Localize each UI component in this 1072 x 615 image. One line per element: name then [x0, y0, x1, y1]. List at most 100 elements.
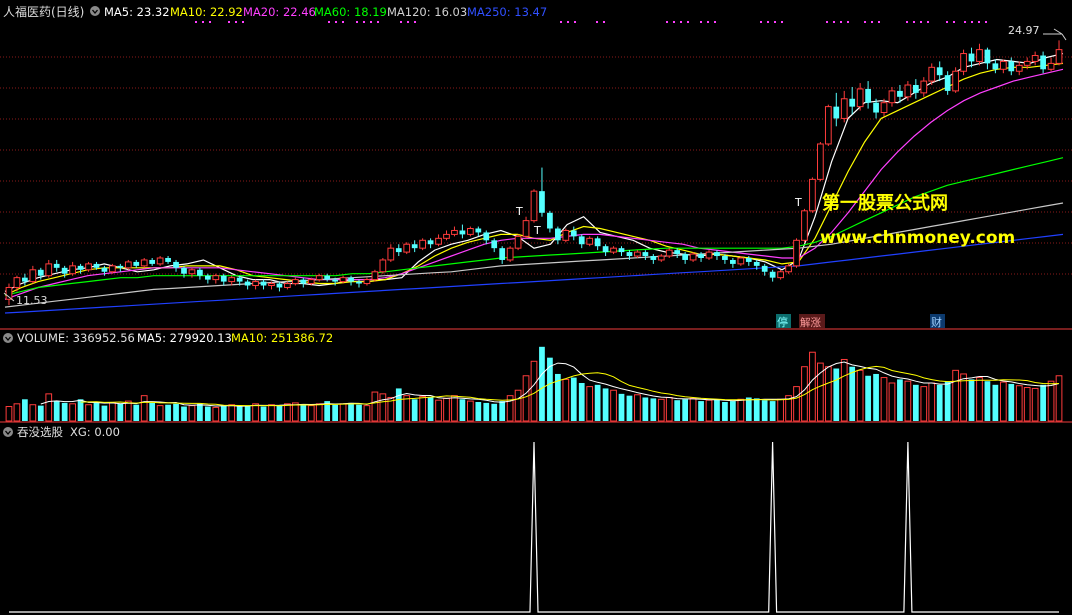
candle-body-up: [307, 279, 315, 285]
volume-bar-down: [53, 401, 60, 421]
ting-tag[interactable]: 停: [777, 315, 788, 329]
volume-bar-up: [976, 377, 983, 422]
chart-canvas[interactable]: 人福医药(日线) MA5: 23.32 MA10: 22.92 MA20: 22…: [0, 0, 1072, 615]
volume-bar-down: [1008, 383, 1015, 421]
volume-bar-up: [880, 377, 888, 422]
jiezhang-tag[interactable]: 解涨: [800, 316, 821, 329]
watermark-title: 第一股票公式网: [822, 192, 948, 214]
candle-body-down: [181, 267, 187, 274]
volume-bar-down: [912, 384, 919, 421]
signal-dot: [978, 21, 980, 23]
candle-body-up: [880, 102, 888, 114]
volume-ma10-label: MA10: 251386.72: [231, 331, 333, 345]
candle-body-down: [602, 246, 609, 253]
volume-bar-up: [530, 360, 538, 422]
volume-bar-up: [840, 358, 848, 422]
candle-body-up: [840, 98, 848, 119]
candle-body-up: [451, 229, 458, 235]
t-mark: T: [515, 205, 523, 218]
volume-settings-icon[interactable]: [3, 333, 13, 343]
volume-bar-down: [682, 399, 689, 421]
candle-body-down: [117, 265, 124, 268]
candle-body-down: [77, 265, 84, 270]
volume-bar-down: [865, 375, 871, 421]
volume-bar-down: [173, 403, 179, 421]
candle-body-up: [291, 279, 299, 285]
volume-bar-down: [968, 379, 975, 421]
candle-body-up: [403, 243, 411, 253]
signal-dot: [680, 21, 682, 23]
candle-body-up: [506, 247, 514, 261]
volume-bar-down: [499, 401, 506, 421]
volume-bar-down: [722, 402, 728, 421]
volume-bar-up: [339, 403, 347, 422]
candle-body-down: [1040, 55, 1046, 70]
candle-body-down: [642, 252, 649, 257]
volume-bar-up: [952, 369, 959, 422]
signal-dot: [328, 21, 330, 23]
volume-bar-up: [45, 393, 53, 422]
candle-body-down: [395, 248, 402, 253]
candle-body-down: [61, 267, 68, 274]
candle-body-down: [411, 244, 418, 249]
ma10-label: MA10: 22.92: [170, 5, 243, 19]
ma-line-ma20: [4, 68, 1064, 300]
indicator-settings-icon[interactable]: [3, 427, 13, 437]
candle-body-up: [466, 228, 474, 235]
signal-dot: [574, 21, 576, 23]
candle-body-down: [499, 248, 506, 260]
signal-dot: [687, 21, 689, 23]
settings-icon[interactable]: [90, 6, 100, 16]
candle-body-down: [865, 88, 871, 103]
candle-body-up: [999, 60, 1007, 70]
candle-body-up: [268, 283, 275, 287]
volume-bar-down: [236, 406, 243, 421]
volume-bar-up: [793, 386, 800, 422]
candle-body-up: [522, 220, 530, 237]
volume-bar-down: [849, 366, 856, 421]
volume-bar-down: [936, 384, 943, 421]
candle-body-down: [992, 63, 999, 70]
volume-bar-up: [1015, 385, 1023, 422]
volume-bar-up: [443, 397, 450, 422]
volume-bar-up: [1023, 387, 1031, 422]
volume-bar-up: [140, 395, 148, 422]
candle-body-down: [204, 275, 211, 280]
candle-body-up: [586, 237, 594, 245]
indicator-xg-value: XG: 0.00: [70, 425, 120, 439]
volume-ma5-label: MA5: 279920.13: [137, 331, 232, 345]
volume-bar-down: [356, 404, 362, 421]
signal-dot: [767, 21, 769, 23]
candle-body-down: [276, 283, 283, 288]
candle-body-down: [745, 257, 752, 262]
volume-bar-down: [491, 403, 498, 421]
signal-dot: [847, 21, 849, 23]
candle-body-down: [53, 263, 60, 268]
volume-bar-up: [562, 378, 570, 422]
candle-body-up: [371, 271, 379, 281]
volume-bar-down: [769, 401, 776, 421]
candle-body-up: [29, 269, 37, 283]
candle-body-down: [984, 49, 991, 64]
volume-bar-down: [745, 397, 752, 421]
signal-dot: [407, 21, 409, 23]
candle-body-down: [578, 236, 585, 245]
signal-dot: [363, 21, 365, 23]
signal-dot: [235, 21, 237, 23]
volume-bar-up: [5, 406, 13, 422]
t-mark: T: [533, 224, 541, 237]
volume-bar-down: [101, 405, 108, 421]
volume-bar-up: [307, 405, 315, 422]
candle-body-up: [824, 106, 832, 145]
volume-bar-down: [984, 381, 991, 421]
candle-body-up: [928, 66, 936, 82]
candle-body-down: [555, 228, 561, 241]
candle-body-up: [45, 263, 53, 277]
volume-bar-up: [705, 399, 713, 422]
volume-bar-down: [395, 388, 402, 421]
volume-bar-up: [109, 402, 116, 422]
volume-bar-up: [85, 404, 92, 422]
cai-tag[interactable]: 财: [931, 315, 942, 329]
candle-body-up: [1015, 64, 1023, 72]
volume-bar-down: [594, 384, 601, 421]
